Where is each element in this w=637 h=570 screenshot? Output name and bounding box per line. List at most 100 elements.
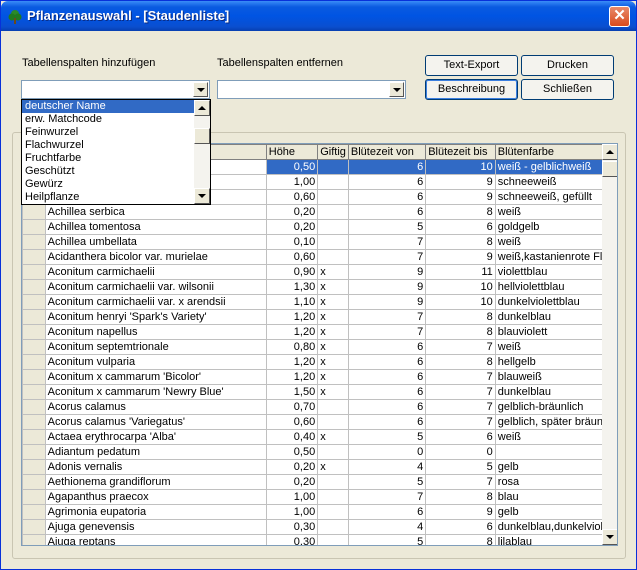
bloom-to-cell[interactable]: 8 (425, 489, 496, 505)
bloom-to-cell[interactable]: 7 (425, 384, 496, 400)
height-cell[interactable]: 1,00 (265, 504, 319, 520)
row-selector-cell[interactable] (22, 504, 46, 520)
toxic-cell[interactable]: x (317, 309, 349, 325)
plant-name-cell[interactable]: Aconitum vulparia (44, 354, 267, 370)
bloom-to-cell[interactable]: 8 (425, 309, 496, 325)
height-cell[interactable]: 1,00 (265, 489, 319, 505)
table-row[interactable]: Adonis vernalis 0,20 x 4 5 gelb (22, 459, 617, 475)
toxic-cell[interactable]: x (317, 324, 349, 340)
table-row[interactable]: Aconitum vulparia 1,20 x 6 8 hellgelb (22, 354, 617, 370)
plant-name-cell[interactable]: Achillea umbellata (44, 234, 267, 250)
scroll-thumb[interactable] (602, 161, 617, 177)
height-cell[interactable]: 1,30 (265, 279, 319, 295)
flower-color-cell[interactable]: gelb (494, 459, 617, 475)
plant-name-cell[interactable]: Ajuga reptans (44, 534, 267, 545)
flower-color-cell[interactable]: blauweiß (494, 369, 617, 385)
toxic-cell[interactable] (317, 174, 349, 190)
height-cell[interactable]: 0,50 (265, 444, 319, 460)
height-cell[interactable]: 0,60 (265, 189, 319, 205)
bloom-from-cell[interactable]: 5 (347, 534, 427, 545)
table-row[interactable]: Ajuga genevensis 0,30 4 6 dunkelblau,dunkelv… (22, 519, 617, 535)
flower-color-cell[interactable]: dunkelblau,dunkelviolet (494, 519, 617, 535)
bloom-from-cell[interactable]: 6 (347, 369, 427, 385)
bloom-to-cell[interactable]: 8 (425, 354, 496, 370)
flower-color-cell[interactable]: weiß (494, 429, 617, 445)
plant-name-cell[interactable]: Achillea serbica (44, 204, 267, 220)
plant-name-cell[interactable]: Aconitum henryi 'Spark's Variety' (44, 309, 267, 325)
bloom-to-cell[interactable]: 6 (425, 219, 496, 235)
flower-color-cell[interactable]: gelblich, später bräunlic (494, 414, 617, 430)
bloom-from-cell[interactable]: 0 (347, 444, 427, 460)
toxic-cell[interactable] (317, 519, 349, 535)
window-close-button[interactable]: ✕ (609, 6, 630, 27)
dropdown-item[interactable]: Feinwurzel (22, 126, 195, 139)
height-cell[interactable]: 0,30 (265, 534, 319, 545)
row-selector-cell[interactable] (22, 429, 46, 445)
toxic-cell[interactable] (317, 444, 349, 460)
height-cell[interactable]: 0,20 (265, 459, 319, 475)
flower-color-cell[interactable]: dunkelviolettblau (494, 294, 617, 310)
bloom-to-cell[interactable]: 7 (425, 339, 496, 355)
table-row[interactable]: Aconitum henryi 'Spark's Variety' 1,20 x 7 8… (22, 309, 617, 325)
bloom-from-cell[interactable]: 6 (347, 354, 427, 370)
height-cell[interactable]: 1,20 (265, 324, 319, 340)
flower-color-cell[interactable]: lilablau (494, 534, 617, 545)
print-button[interactable]: Drucken (521, 55, 614, 76)
table-row[interactable]: Aethionema grandiflorum 0,20 5 7 rosa (22, 474, 617, 490)
plant-name-cell[interactable]: Aconitum napellus (44, 324, 267, 340)
flower-color-cell[interactable]: weiß - gelblichweiß (494, 159, 617, 175)
height-cell[interactable]: 0,20 (265, 474, 319, 490)
bloom-from-cell[interactable]: 7 (347, 324, 427, 340)
height-cell[interactable]: 0,20 (265, 204, 319, 220)
height-cell[interactable]: 0,70 (265, 399, 319, 415)
bloom-to-cell[interactable]: 7 (425, 369, 496, 385)
toxic-cell[interactable]: x (317, 459, 349, 475)
title-bar[interactable]: Pflanzenauswahl - [Staudenliste] ✕ (1, 1, 636, 31)
bloom-from-cell[interactable]: 5 (347, 219, 427, 235)
toxic-cell[interactable] (317, 474, 349, 490)
bloom-to-cell[interactable]: 8 (425, 204, 496, 220)
plant-name-cell[interactable]: Acidanthera bicolor var. murielae (44, 249, 267, 265)
toxic-cell[interactable] (317, 534, 349, 545)
toxic-cell[interactable] (317, 504, 349, 520)
table-row[interactable]: Achillea serbica 0,20 6 8 weiß (22, 204, 617, 220)
height-cell[interactable]: 1,20 (265, 354, 319, 370)
dropdown-scrollbar[interactable] (194, 100, 210, 204)
height-cell[interactable]: 0,80 (265, 339, 319, 355)
row-selector-cell[interactable] (22, 354, 46, 370)
bloom-to-cell[interactable]: 7 (425, 474, 496, 490)
toxic-cell[interactable] (317, 489, 349, 505)
add-columns-dropdown-list[interactable]: deutscher Name erw. Matchcode Feinwurzel Fl… (21, 99, 211, 205)
add-combo-dropdown-button[interactable] (193, 82, 208, 97)
height-cell[interactable]: 0,90 (265, 264, 319, 280)
bloom-from-cell[interactable]: 6 (347, 339, 427, 355)
plant-name-cell[interactable]: Achillea tomentosa (44, 219, 267, 235)
bloom-to-cell[interactable]: 8 (425, 534, 496, 545)
bloom-from-cell[interactable]: 6 (347, 384, 427, 400)
table-row[interactable]: Aconitum carmichaelii 0,90 x 9 11 violettblau (22, 264, 617, 280)
plant-name-cell[interactable]: Aethionema grandiflorum (44, 474, 267, 490)
table-row[interactable]: Aconitum septemtrionale 0,80 x 6 7 weiß (22, 339, 617, 355)
header-toxic[interactable]: Giftig (317, 144, 349, 160)
flower-color-cell[interactable]: dunkelblau (494, 309, 617, 325)
flower-color-cell[interactable]: schneeweiß (494, 174, 617, 190)
height-cell[interactable]: 1,00 (265, 174, 319, 190)
row-selector-cell[interactable] (22, 474, 46, 490)
height-cell[interactable]: 1,20 (265, 309, 319, 325)
table-row[interactable]: Aconitum x cammarum 'Newry Blue' 1,50 x 6 7 d… (22, 384, 617, 400)
bloom-from-cell[interactable]: 6 (347, 414, 427, 430)
plant-name-cell[interactable]: Aconitum carmichaelii var. x arendsii (44, 294, 267, 310)
table-row[interactable]: Aconitum carmichaelii var. wilsonii 1,30 x… (22, 279, 617, 295)
toxic-cell[interactable]: x (317, 294, 349, 310)
row-selector-cell[interactable] (22, 444, 46, 460)
row-selector-cell[interactable] (22, 399, 46, 415)
header-flower-color[interactable]: Blütenfarbe (494, 144, 617, 160)
bloom-to-cell[interactable]: 9 (425, 189, 496, 205)
plant-name-cell[interactable]: Ajuga genevensis (44, 519, 267, 535)
bloom-to-cell[interactable]: 5 (425, 459, 496, 475)
bloom-from-cell[interactable]: 7 (347, 234, 427, 250)
table-row[interactable]: Adiantum pedatum 0,50 0 0 (22, 444, 617, 460)
table-row[interactable]: Aconitum x cammarum 'Bicolor' 1,20 x 6 7 blau… (22, 369, 617, 385)
toxic-cell[interactable] (317, 159, 349, 175)
dropdown-item[interactable]: Flachwurzel (22, 139, 195, 152)
